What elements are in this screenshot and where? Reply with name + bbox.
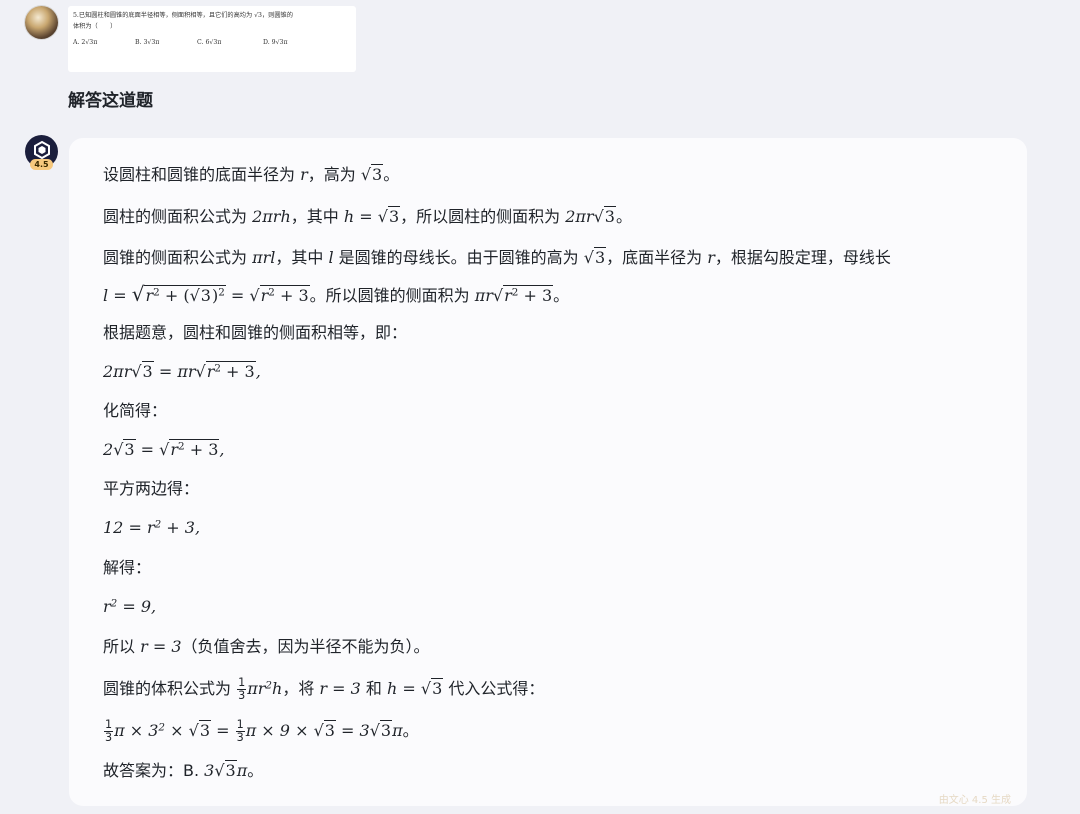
- question-line: 5.已知圆柱和圆锥的底面半径相等，侧面积相等，且它们的高均为 √3，则圆锥的: [73, 12, 293, 19]
- bot-logo-icon: [33, 140, 50, 160]
- answer-line: 所以 r = 3（负值舍去，因为半径不能为负）。: [103, 637, 430, 656]
- user-avatar: [25, 6, 58, 39]
- answer-card: 设圆柱和圆锥的底面半径为 r，高为 √3。 圆柱的侧面积公式为 2πrh，其中 …: [69, 138, 1027, 806]
- watermark: 由文心 4.5 生成: [938, 795, 1011, 806]
- answer-line: 化简得：: [103, 401, 168, 420]
- model-version-badge: 4.5: [30, 159, 53, 170]
- question-line: 体积为（ ）: [73, 22, 117, 30]
- answer-line: 故答案为：B. 3√3π。: [103, 760, 264, 780]
- answer-line: r2 = 9,: [103, 597, 157, 616]
- answer-line: 圆锥的侧面积公式为 πrl，其中 l 是圆锥的母线长。由于圆锥的高为 √3，底面…: [103, 247, 891, 267]
- option-d: D. 9√3π: [263, 39, 288, 47]
- user-prompt: 解答这道题: [68, 91, 153, 111]
- option-b: B. 3√3π: [135, 39, 160, 47]
- answer-line: 设圆柱和圆锥的底面半径为 r，高为 √3。: [103, 164, 400, 184]
- answer-line: 圆锥的体积公式为 1 3 πr2h，将 r = 3 和 h = √3 代入公式得：: [103, 676, 545, 703]
- question-image[interactable]: 5.已知圆柱和圆锥的底面半径相等，侧面积相等，且它们的高均为 √3，则圆锥的 体…: [68, 6, 356, 72]
- answer-line: 2√3 = √r2 + 3,: [103, 439, 225, 459]
- answer-line: 根据题意，圆柱和圆锥的侧面积相等，即：: [103, 323, 408, 342]
- answer-line: 解得：: [103, 558, 152, 577]
- answer-line: 平方两边得：: [103, 479, 200, 498]
- option-c: C. 6√3π: [197, 39, 222, 47]
- answer-line: 圆柱的侧面积公式为 2πrh，其中 h = √3，所以圆柱的侧面积为 2πr√3…: [103, 206, 632, 226]
- answer-line: 2πr√3 = πr√r2 + 3,: [103, 361, 261, 381]
- answer-line: l = √r2 + (√3)2 = √r2 + 3。所以圆锥的侧面积为 πr√r…: [103, 282, 570, 306]
- answer-line: 12 = r2 + 3,: [103, 518, 201, 537]
- question-options: A. 2√3π B. 3√3π C. 6√3π D. 9√3π: [73, 38, 351, 49]
- answer-line: 13π × 32 × √3 = 13π × 9 × √3 = 3√3π。: [104, 718, 419, 745]
- option-a: A. 2√3π: [73, 39, 98, 47]
